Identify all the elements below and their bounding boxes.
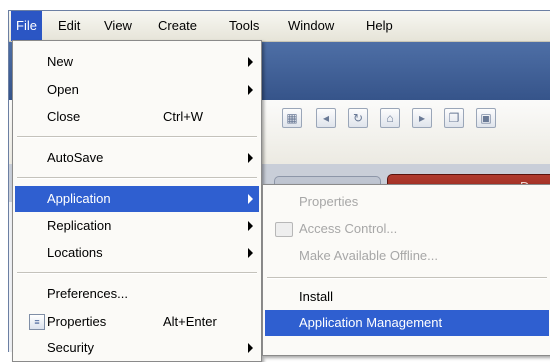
- submenu-make-available-offline[interactable]: Make Available Offline...: [265, 243, 549, 269]
- copy-icon[interactable]: ❐: [444, 108, 464, 128]
- submenu-install[interactable]: Install: [265, 284, 549, 310]
- menu-item-label: Replication: [47, 218, 112, 233]
- menu-item-label: Access Control...: [299, 221, 398, 236]
- submenu-arrow-icon: [248, 343, 253, 353]
- menu-help[interactable]: Help: [361, 11, 398, 41]
- file-menu-properties[interactable]: ≡ Properties Alt+Enter: [15, 309, 259, 335]
- submenu-arrow-icon: [248, 194, 253, 204]
- menu-view[interactable]: View: [99, 11, 137, 41]
- menu-separator: [17, 272, 257, 274]
- menu-item-label: Properties: [299, 194, 359, 209]
- application-submenu: Properties Access Control... Make Availa…: [262, 184, 550, 356]
- menu-item-label: Install: [299, 289, 333, 304]
- home-icon[interactable]: ⌂: [380, 108, 400, 128]
- menu-item-label: Make Available Offline...: [299, 248, 438, 263]
- menu-item-label: Preferences...: [47, 286, 128, 301]
- file-menu-autosave[interactable]: AutoSave: [15, 145, 259, 171]
- menu-tools[interactable]: Tools: [224, 11, 264, 41]
- menu-window[interactable]: Window: [283, 11, 339, 41]
- submenu-arrow-icon: [248, 221, 253, 231]
- menu-item-shortcut: Ctrl+W: [163, 109, 204, 124]
- save-icon[interactable]: ▣: [476, 108, 496, 128]
- menu-item-label: New: [47, 54, 74, 69]
- menu-bar: File Edit View Create Tools Window Help: [9, 11, 550, 42]
- menu-create[interactable]: Create: [153, 11, 202, 41]
- menu-item-shortcut: Alt+Enter: [163, 314, 217, 329]
- menu-item-label: Application Management: [299, 315, 443, 330]
- submenu-arrow-icon: [248, 57, 253, 67]
- menu-separator: [267, 277, 547, 279]
- submenu-access-control[interactable]: Access Control...: [265, 216, 549, 242]
- form-icon[interactable]: ▦: [282, 108, 302, 128]
- menu-item-label: Properties: [47, 314, 107, 329]
- properties-icon: ≡: [29, 314, 45, 330]
- submenu-application-management[interactable]: Application Management: [265, 310, 549, 336]
- menu-item-label: Locations: [47, 245, 103, 260]
- submenu-arrow-icon: [248, 248, 253, 258]
- file-menu: New Open Close Ctrl+W AutoSave Applicati…: [12, 40, 262, 362]
- file-menu-application[interactable]: Application: [15, 186, 259, 212]
- submenu-arrow-icon: [248, 85, 253, 95]
- file-menu-open[interactable]: Open: [15, 77, 259, 103]
- menu-item-label: Application: [47, 191, 111, 206]
- file-menu-close[interactable]: Close Ctrl+W: [15, 104, 259, 130]
- menu-edit[interactable]: Edit: [53, 11, 85, 41]
- submenu-arrow-icon: [248, 153, 253, 163]
- menu-item-label: Security: [47, 340, 94, 355]
- menu-file[interactable]: File: [11, 11, 42, 41]
- submenu-properties[interactable]: Properties: [265, 189, 549, 215]
- menu-separator: [17, 136, 257, 138]
- back-icon[interactable]: ◂: [316, 108, 336, 128]
- menu-item-label: AutoSave: [47, 150, 104, 165]
- menu-item-label: Open: [47, 82, 79, 97]
- file-menu-new[interactable]: New: [15, 49, 259, 75]
- file-menu-locations[interactable]: Locations: [15, 240, 259, 266]
- file-menu-preferences[interactable]: Preferences...: [15, 281, 259, 307]
- menu-separator: [17, 177, 257, 179]
- menu-item-label: Close: [47, 109, 81, 124]
- file-menu-replication[interactable]: Replication: [15, 213, 259, 239]
- file-menu-security[interactable]: Security: [15, 335, 259, 361]
- forward-icon[interactable]: ▸: [412, 108, 432, 128]
- refresh-icon[interactable]: ↻: [348, 108, 368, 128]
- access-control-icon: [275, 222, 293, 237]
